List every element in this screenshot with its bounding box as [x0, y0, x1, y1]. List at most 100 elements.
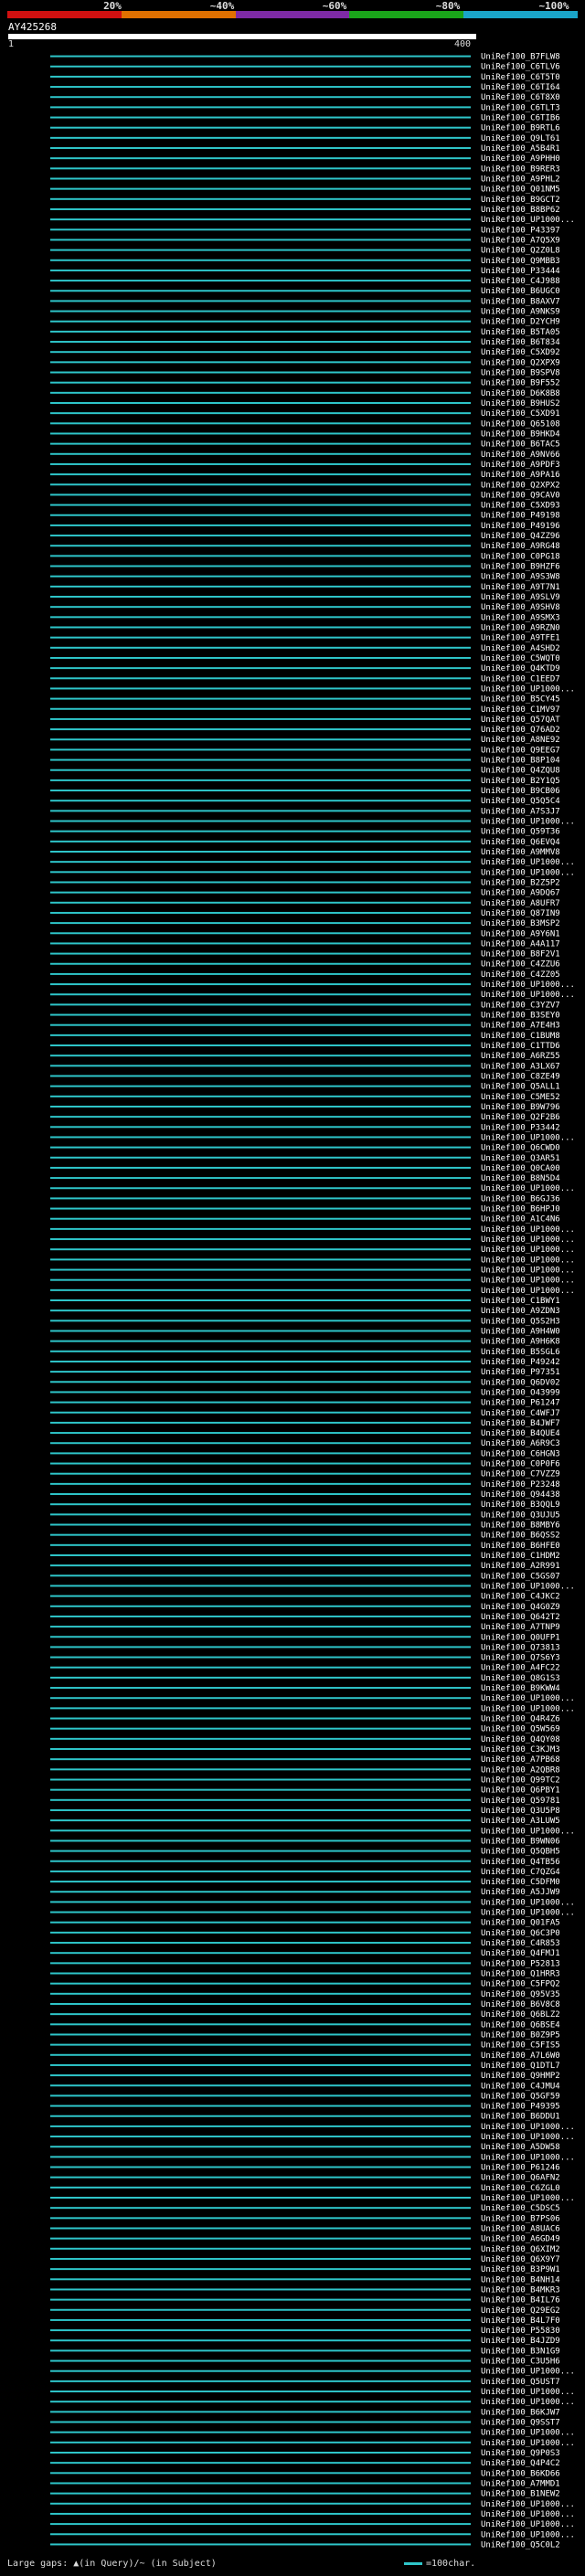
- hit-label[interactable]: UniRef100_C6TLV6: [481, 63, 560, 72]
- hit-label[interactable]: UniRef100_C1HDM2: [481, 1552, 560, 1561]
- hit-label[interactable]: UniRef100_B6T834: [481, 338, 560, 347]
- hit-label[interactable]: UniRef100_A2R991: [481, 1562, 560, 1571]
- hit-row[interactable]: UniRef100_C5XD92: [50, 348, 560, 357]
- hit-row[interactable]: UniRef100_P43397: [50, 226, 560, 235]
- hit-label[interactable]: UniRef100_Q2Z0L8: [481, 247, 560, 256]
- hit-row[interactable]: UniRef100_B3P9W1: [50, 2265, 560, 2274]
- hit-label[interactable]: UniRef100_A8NE92: [481, 736, 560, 745]
- hit-label[interactable]: UniRef100_B5TA05: [481, 328, 560, 337]
- hit-label[interactable]: UniRef100_A7MMD1: [481, 2479, 560, 2488]
- hit-row[interactable]: UniRef100_A6GD49: [50, 2235, 560, 2244]
- hit-row[interactable]: UniRef100_Q1DTL7: [50, 2062, 560, 2071]
- hit-label[interactable]: UniRef100_C1BWY1: [481, 1297, 560, 1306]
- hit-row[interactable]: UniRef100_Q2Z0L8: [50, 247, 560, 256]
- hit-row[interactable]: UniRef100_A9NKS9: [50, 308, 560, 317]
- hit-label[interactable]: UniRef100_Q5W569: [481, 1725, 560, 1734]
- hit-label[interactable]: UniRef100_Q2XPX2: [481, 481, 560, 490]
- hit-row[interactable]: UniRef100_UP1000...: [50, 1246, 575, 1255]
- hit-row[interactable]: UniRef100_Q5QBH5: [50, 1848, 560, 1857]
- hit-row[interactable]: UniRef100_Q65108: [50, 419, 560, 429]
- hit-label[interactable]: UniRef100_C4WFJ7: [481, 1409, 560, 1418]
- hit-label[interactable]: UniRef100_B8BP62: [481, 206, 560, 215]
- hit-label[interactable]: UniRef100_P43397: [481, 226, 560, 235]
- hit-label[interactable]: UniRef100_Q4P4C2: [481, 2459, 560, 2468]
- hit-label[interactable]: UniRef100_Q76AD2: [481, 726, 560, 735]
- hit-row[interactable]: UniRef100_A2QBR8: [50, 1765, 560, 1775]
- hit-label[interactable]: UniRef100_UP1000...: [481, 2388, 575, 2397]
- hit-label[interactable]: UniRef100_UP1000...: [481, 1582, 575, 1591]
- hit-row[interactable]: UniRef100_C5DFM0: [50, 1878, 560, 1887]
- hit-row[interactable]: UniRef100_Q9MBB3: [50, 257, 560, 266]
- hit-row[interactable]: UniRef100_UP1000...: [50, 818, 575, 827]
- hit-label[interactable]: UniRef100_C4ZZU6: [481, 960, 560, 970]
- hit-label[interactable]: UniRef100_Q9LT61: [481, 134, 560, 143]
- hit-label[interactable]: UniRef100_A9Y6N1: [481, 929, 560, 938]
- hit-label[interactable]: UniRef100_A4FC22: [481, 1664, 560, 1673]
- hit-row[interactable]: UniRef100_UP1000...: [50, 1694, 575, 1703]
- hit-label[interactable]: UniRef100_Q6CWD0: [481, 1144, 560, 1153]
- hit-label[interactable]: UniRef100_Q4QY08: [481, 1735, 560, 1744]
- hit-label[interactable]: UniRef100_Q2XPX9: [481, 358, 560, 367]
- hit-label[interactable]: UniRef100_B7PS06: [481, 2214, 560, 2223]
- hit-label[interactable]: UniRef100_Q99TC2: [481, 1776, 560, 1785]
- hit-row[interactable]: UniRef100_A8UAC6: [50, 2224, 560, 2233]
- hit-row[interactable]: UniRef100_Q6XIM2: [50, 2245, 560, 2254]
- hit-row[interactable]: UniRef100_UP1000...: [50, 2388, 575, 2397]
- hit-row[interactable]: UniRef100_C8ZE49: [50, 1072, 560, 1081]
- hit-label[interactable]: UniRef100_C5DFM0: [481, 1878, 560, 1887]
- hit-label[interactable]: UniRef100_B9RER3: [481, 164, 560, 174]
- hit-label[interactable]: UniRef100_Q3AR51: [481, 1154, 560, 1163]
- hit-row[interactable]: UniRef100_A9PHL2: [50, 175, 560, 184]
- hit-row[interactable]: UniRef100_P23248: [50, 1480, 560, 1489]
- hit-label[interactable]: UniRef100_Q6BSE4: [481, 2020, 560, 2030]
- hit-row[interactable]: UniRef100_UP1000...: [50, 1287, 575, 1296]
- hit-label[interactable]: UniRef100_B6DDU1: [481, 2113, 560, 2122]
- hit-row[interactable]: UniRef100_Q59T36: [50, 828, 560, 837]
- hit-row[interactable]: UniRef100_Q9LT61: [50, 134, 560, 143]
- hit-label[interactable]: UniRef100_Q4R4Z6: [481, 1715, 560, 1724]
- hit-label[interactable]: UniRef100_Q3U5P8: [481, 1807, 560, 1816]
- hit-label[interactable]: UniRef100_B8N5D4: [481, 1174, 560, 1183]
- hit-label[interactable]: UniRef100_Q7S6Y3: [481, 1654, 560, 1663]
- hit-row[interactable]: UniRef100_B9W796: [50, 1103, 560, 1112]
- hit-row[interactable]: UniRef100_B6KD66: [50, 2469, 560, 2478]
- hit-label[interactable]: UniRef100_UP1000...: [481, 1133, 575, 1142]
- hit-row[interactable]: UniRef100_B8MBY6: [50, 1521, 560, 1531]
- hit-row[interactable]: UniRef100_Q7S6Y3: [50, 1654, 560, 1663]
- hit-row[interactable]: UniRef100_A7PB68: [50, 1755, 560, 1765]
- hit-row[interactable]: UniRef100_Q6BLZ2: [50, 2010, 560, 2019]
- hit-row[interactable]: UniRef100_A7MMD1: [50, 2479, 560, 2488]
- hit-label[interactable]: UniRef100_Q3UJU5: [481, 1511, 560, 1520]
- hit-label[interactable]: UniRef100_Q1HRR3: [481, 1970, 560, 1979]
- hit-row[interactable]: UniRef100_A4FC22: [50, 1664, 560, 1673]
- hit-row[interactable]: UniRef100_B6T834: [50, 338, 560, 347]
- hit-row[interactable]: UniRef100_Q4P4C2: [50, 2459, 560, 2468]
- hit-row[interactable]: UniRef100_UP1000...: [50, 1827, 575, 1836]
- hit-label[interactable]: UniRef100_UP1000...: [481, 868, 575, 877]
- hit-row[interactable]: UniRef100_UP1000...: [50, 981, 575, 990]
- hit-row[interactable]: UniRef100_A9DQ67: [50, 889, 560, 898]
- hit-label[interactable]: UniRef100_B4NH14: [481, 2275, 560, 2284]
- hit-label[interactable]: UniRef100_A5B4R1: [481, 144, 560, 154]
- hit-label[interactable]: UniRef100_B3N1G9: [481, 2347, 560, 2356]
- hit-row[interactable]: UniRef100_A9PDF3: [50, 461, 560, 470]
- hit-label[interactable]: UniRef100_A9H4W0: [481, 1327, 560, 1336]
- hit-label[interactable]: UniRef100_B9GCT2: [481, 196, 560, 205]
- hit-label[interactable]: UniRef100_A9SLV9: [481, 593, 560, 602]
- hit-row[interactable]: UniRef100_C6TIB6: [50, 114, 560, 123]
- hit-row[interactable]: UniRef100_C7VZZ9: [50, 1470, 560, 1479]
- hit-label[interactable]: UniRef100_B9HKD4: [481, 429, 560, 439]
- hit-row[interactable]: UniRef100_Q3AR51: [50, 1154, 560, 1163]
- hit-row[interactable]: UniRef100_C5ME52: [50, 1093, 560, 1102]
- hit-row[interactable]: UniRef100_B9GCT2: [50, 196, 560, 205]
- hit-label[interactable]: UniRef100_B4JZD9: [481, 2337, 560, 2346]
- hit-label[interactable]: UniRef100_C6HGN3: [481, 1449, 560, 1458]
- hit-row[interactable]: UniRef100_C5FIS5: [50, 2041, 560, 2051]
- hit-row[interactable]: UniRef100_B4NH14: [50, 2275, 560, 2284]
- hit-label[interactable]: UniRef100_C4R853: [481, 1939, 560, 1948]
- hit-row[interactable]: UniRef100_A9H6K8: [50, 1338, 560, 1347]
- hit-row[interactable]: UniRef100_B3QQL9: [50, 1500, 560, 1510]
- hit-row[interactable]: UniRef100_B9RTL6: [50, 124, 560, 133]
- hit-label[interactable]: UniRef100_A9PHH0: [481, 154, 560, 164]
- hit-row[interactable]: UniRef100_Q01FA5: [50, 1919, 560, 1928]
